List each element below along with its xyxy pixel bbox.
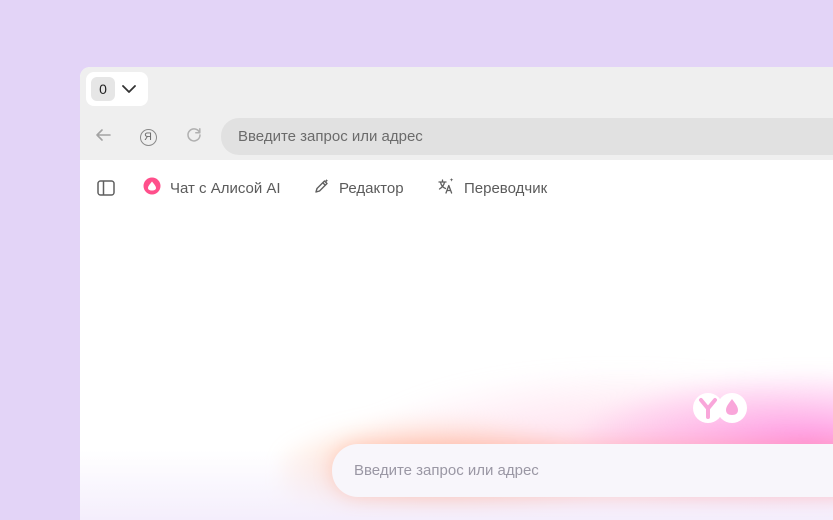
bookmarks-bar: Чат с Алисой AI Редактор Переводчик <box>80 160 833 216</box>
bookmark-translator[interactable]: Переводчик <box>437 176 547 200</box>
reload-icon <box>185 126 203 149</box>
bookmark-label: Чат с Алисой AI <box>170 179 281 197</box>
translate-icon <box>437 177 455 199</box>
address-bar-placeholder: Введите запрос или адрес <box>238 128 423 145</box>
reload-button[interactable] <box>182 125 206 149</box>
tab-bar: 0 <box>80 67 833 113</box>
back-button[interactable] <box>91 125 115 149</box>
search-placeholder: Введите запрос или адрес <box>354 462 539 479</box>
bookmark-alice-chat[interactable]: Чат с Алисой AI <box>143 176 281 200</box>
bookmark-label: Переводчик <box>464 179 548 197</box>
yandex-icon: Я <box>139 128 157 146</box>
address-bar[interactable]: Введите запрос или адрес <box>221 118 833 155</box>
yandex-alice-logo-icon <box>691 391 749 425</box>
chevron-down-icon <box>121 81 137 97</box>
tab-count-badge: 0 <box>91 77 115 101</box>
alice-icon <box>143 177 161 199</box>
yandex-home-button[interactable]: Я <box>136 125 160 149</box>
new-tab-page: Введите запрос или адрес <box>80 216 833 520</box>
sidebar-panel-icon <box>97 180 115 200</box>
arrow-left-icon <box>94 126 112 149</box>
bookmark-label: Редактор <box>339 179 404 197</box>
tab-counter-button[interactable]: 0 <box>86 72 148 106</box>
yandex-glyph: Я <box>144 130 152 143</box>
pen-icon <box>313 178 330 199</box>
sidebar-toggle-button[interactable] <box>97 180 115 196</box>
navigation-toolbar: Я Введите запрос или адрес <box>80 113 833 160</box>
bookmark-editor[interactable]: Редактор <box>313 176 404 200</box>
search-input[interactable]: Введите запрос или адрес <box>332 444 833 497</box>
browser-window: 0 Я Введите запрос или адрес Чат с Алисо… <box>80 67 833 520</box>
